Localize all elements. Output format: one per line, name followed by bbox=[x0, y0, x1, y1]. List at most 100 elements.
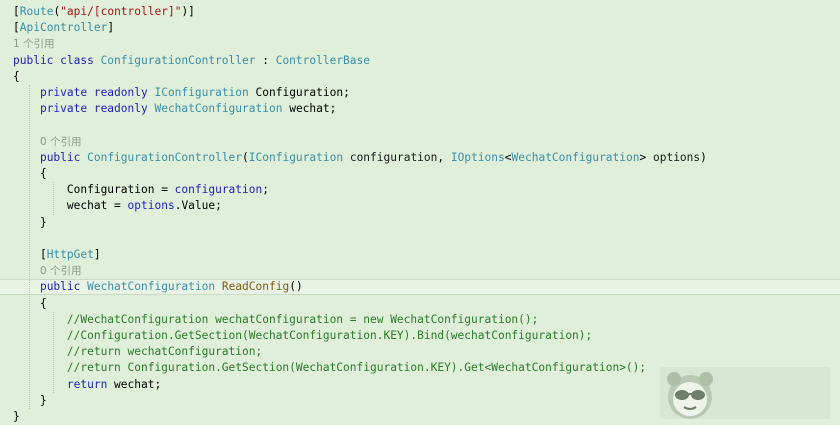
punctuation: ; bbox=[329, 102, 337, 116]
punctuation bbox=[13, 361, 67, 374]
indent-guide bbox=[29, 85, 30, 409]
string-literal: "api/[controller]" bbox=[60, 5, 182, 18]
panda-sunglasses-icon bbox=[667, 372, 713, 419]
type-name: ApiController bbox=[19, 21, 108, 35]
code-line[interactable]: wechat = options.Value; bbox=[0, 198, 840, 214]
punctuation bbox=[13, 135, 40, 148]
identifier: Configuration bbox=[255, 86, 344, 99]
keyword: private readonly bbox=[39, 102, 155, 116]
punctuation: ; bbox=[154, 377, 162, 391]
identifier: wechat bbox=[66, 199, 108, 213]
punctuation: { bbox=[13, 69, 20, 83]
type-name: WechatConfiguration bbox=[511, 150, 640, 164]
punctuation bbox=[13, 313, 67, 326]
comment: //return wechatConfiguration; bbox=[66, 345, 263, 359]
punctuation bbox=[13, 183, 67, 196]
punctuation: ) bbox=[700, 150, 707, 164]
code-line[interactable] bbox=[0, 117, 840, 133]
punctuation: ( bbox=[242, 150, 249, 164]
code-line[interactable]: 1 个引用 bbox=[0, 36, 840, 52]
punctuation bbox=[215, 280, 222, 293]
comment: //Configuration.GetSection(WechatConfigu… bbox=[66, 329, 593, 342]
type-name: Route bbox=[19, 5, 54, 18]
punctuation: )] bbox=[181, 5, 195, 18]
code-line[interactable]: { bbox=[0, 296, 840, 312]
punctuation: , bbox=[437, 150, 451, 164]
keyword: public bbox=[39, 280, 88, 294]
punctuation bbox=[249, 86, 256, 99]
punctuation bbox=[13, 151, 40, 164]
code-editor[interactable]: [Route("api/[controller]")] [ApiControlle… bbox=[0, 0, 840, 424]
punctuation: [ bbox=[13, 21, 20, 35]
type-name: WechatConfiguration bbox=[154, 102, 283, 116]
punctuation: ; bbox=[262, 183, 269, 197]
punctuation: > bbox=[639, 150, 653, 164]
indent-guide bbox=[53, 311, 54, 393]
punctuation: = bbox=[107, 199, 128, 213]
punctuation: ] bbox=[107, 21, 115, 35]
identifier: wechat bbox=[289, 102, 330, 116]
punctuation: () bbox=[289, 280, 303, 294]
punctuation bbox=[343, 151, 350, 164]
type-name: ConfigurationController bbox=[100, 53, 256, 67]
keyword: public class bbox=[13, 53, 101, 67]
type-name: ControllerBase bbox=[275, 53, 370, 67]
type-name: IConfiguration bbox=[154, 86, 249, 99]
punctuation bbox=[13, 280, 40, 293]
punctuation bbox=[13, 378, 67, 391]
codelens-references[interactable]: 1 个引用 bbox=[13, 38, 55, 50]
type-name: WechatConfiguration bbox=[87, 280, 216, 294]
code-line[interactable]: private readonly WechatConfiguration wec… bbox=[0, 101, 840, 117]
comment: //return Configuration.GetSection(Wechat… bbox=[66, 361, 647, 375]
codelens-references[interactable]: 0 个引用 bbox=[40, 136, 82, 148]
code-line[interactable]: //return wechatConfiguration; bbox=[0, 344, 840, 360]
punctuation: ; bbox=[343, 86, 350, 99]
code-line[interactable]: //Configuration.GetSection(WechatConfigu… bbox=[0, 328, 840, 344]
punctuation bbox=[13, 264, 40, 277]
code-line[interactable]: public ConfigurationController(IConfigur… bbox=[0, 150, 840, 166]
code-line[interactable]: [Route("api/[controller]")] bbox=[0, 4, 840, 20]
type-name: ConfigurationController bbox=[87, 150, 243, 164]
parameter: options bbox=[652, 150, 701, 164]
code-line-current[interactable]: public WechatConfiguration ReadConfig() bbox=[0, 279, 840, 296]
identifier: Value bbox=[181, 199, 216, 213]
identifier: Configuration bbox=[66, 183, 155, 197]
punctuation bbox=[13, 345, 67, 358]
keyword: configuration bbox=[174, 183, 263, 197]
identifier: wechat bbox=[114, 377, 155, 391]
punctuation: < bbox=[504, 150, 512, 164]
code-line[interactable]: [HttpGet] bbox=[0, 247, 840, 263]
code-line[interactable]: 0 个引用 bbox=[0, 263, 840, 279]
code-line[interactable]: private readonly IConfiguration Configur… bbox=[0, 85, 840, 101]
type-name: HttpGet bbox=[46, 248, 94, 261]
comment: //WechatConfiguration wechatConfiguratio… bbox=[66, 312, 539, 326]
punctuation: : bbox=[255, 53, 276, 67]
punctuation: } bbox=[13, 410, 20, 423]
codelens-references[interactable]: 0 个引用 bbox=[40, 265, 82, 277]
code-line[interactable]: } bbox=[0, 215, 840, 231]
punctuation: ] bbox=[93, 248, 101, 261]
punctuation bbox=[13, 102, 40, 115]
indent-guide bbox=[53, 182, 54, 215]
punctuation: ; bbox=[215, 199, 222, 213]
type-name: IConfiguration bbox=[248, 150, 344, 164]
method-name: ReadConfig bbox=[221, 280, 290, 294]
code-line[interactable]: { bbox=[0, 69, 840, 85]
code-line[interactable] bbox=[0, 231, 840, 247]
punctuation bbox=[13, 86, 40, 99]
code-line[interactable]: [ApiController] bbox=[0, 20, 840, 36]
punctuation bbox=[13, 329, 67, 342]
code-line[interactable]: { bbox=[0, 166, 840, 182]
keyword: options bbox=[127, 199, 175, 213]
code-line[interactable]: //WechatConfiguration wechatConfiguratio… bbox=[0, 312, 840, 328]
type-name: IOptions bbox=[450, 150, 505, 164]
keyword: private readonly bbox=[39, 86, 155, 99]
keyword: return bbox=[66, 377, 115, 391]
punctuation: [ bbox=[13, 5, 20, 18]
code-line[interactable]: 0 个引用 bbox=[0, 134, 840, 150]
code-line[interactable]: public class ConfigurationController : C… bbox=[0, 53, 840, 69]
punctuation bbox=[13, 199, 67, 212]
code-line[interactable]: Configuration = configuration; bbox=[0, 182, 840, 198]
keyword: public bbox=[39, 150, 88, 164]
punctuation: = bbox=[154, 183, 175, 197]
